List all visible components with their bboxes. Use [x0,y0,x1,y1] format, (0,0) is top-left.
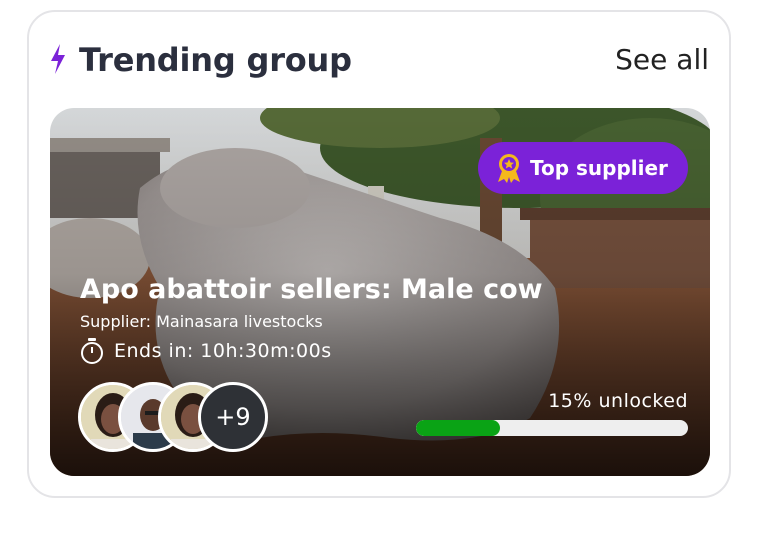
progress-track [416,420,688,436]
member-avatars[interactable]: +9 [78,382,278,458]
group-title: Apo abattoir sellers: Male cow [80,274,543,305]
badge-label: Top supplier [530,156,668,180]
timer-icon [81,338,103,364]
more-members-count: +9 [198,382,268,452]
countdown: Ends in: 10h:30m:00s [80,338,332,364]
countdown-text: Ends in: 10h:30m:00s [114,340,332,362]
section-header: Trending group See all [49,38,709,82]
unlock-progress: 15% unlocked [416,390,688,436]
progress-label: 15% unlocked [548,390,688,412]
top-supplier-badge: Top supplier [478,142,688,194]
trending-group-card: Trending group See all Top supplier Apo … [27,10,731,498]
lightning-icon [51,44,65,74]
group-hero-card[interactable]: Top supplier Apo abattoir sellers: Male … [50,108,710,476]
progress-fill [416,420,501,436]
medal-icon [498,154,520,183]
supplier-name: Supplier: Mainasara livestocks [80,312,323,331]
see-all-link[interactable]: See all [615,38,709,82]
section-title: Trending group [79,41,352,79]
